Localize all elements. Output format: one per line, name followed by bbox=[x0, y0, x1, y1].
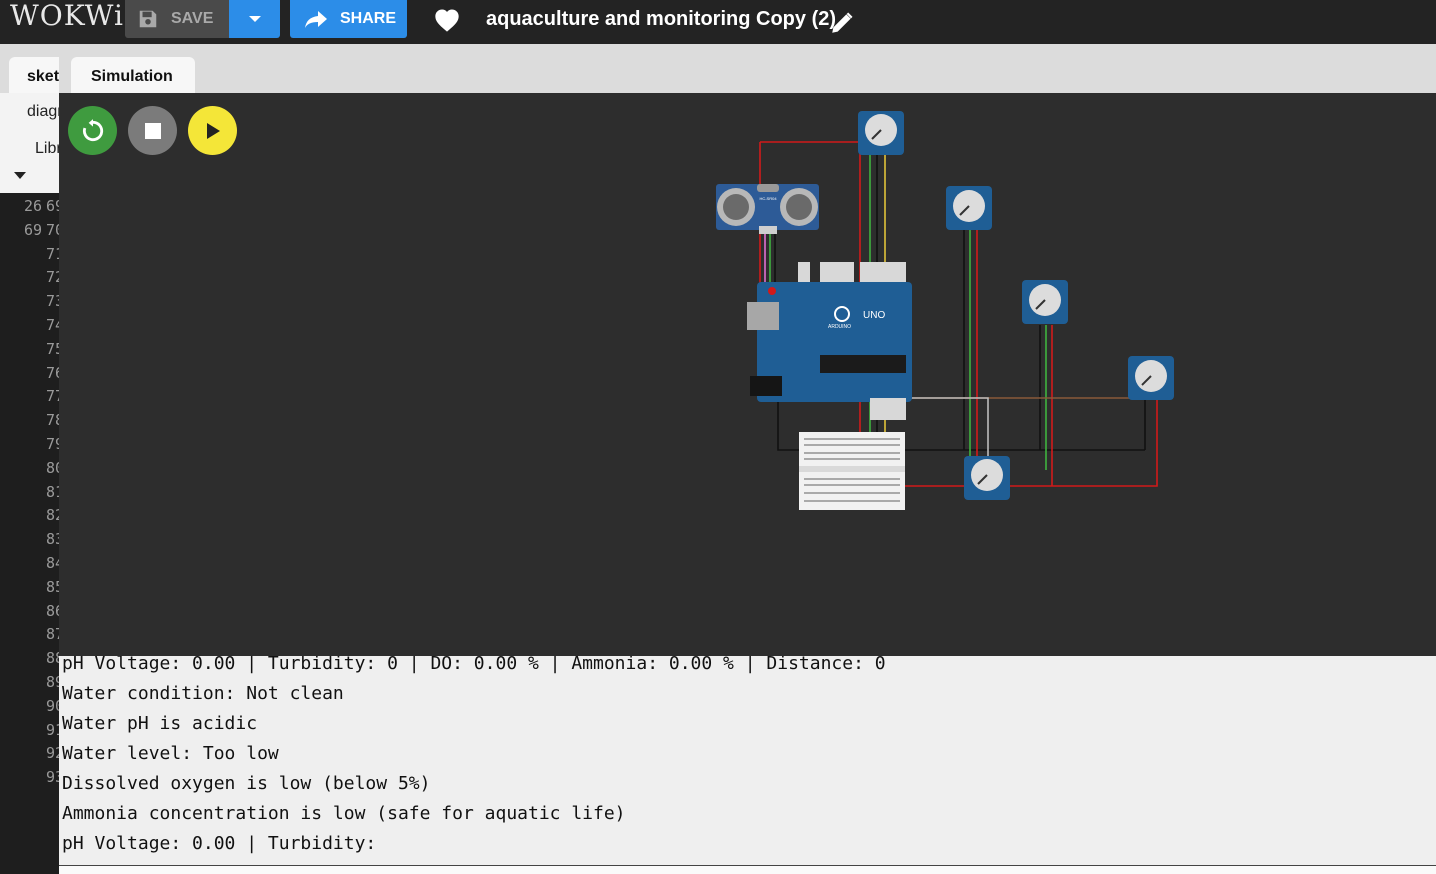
heart-icon[interactable] bbox=[433, 7, 461, 33]
line-number: 86 bbox=[46, 601, 59, 620]
line-number: 82 bbox=[46, 506, 59, 525]
line-number: 70 bbox=[46, 220, 59, 239]
line-number: 92 bbox=[46, 744, 59, 763]
line-number: 85 bbox=[46, 577, 59, 596]
line-number: 93 bbox=[46, 768, 59, 787]
line-number: 72 bbox=[46, 268, 59, 287]
line-number: 76 bbox=[46, 363, 59, 382]
potentiometer-4[interactable] bbox=[1128, 356, 1174, 400]
line-number: 79 bbox=[46, 435, 59, 453]
line-number: 87 bbox=[46, 625, 59, 644]
save-button-label: SAVE bbox=[171, 10, 214, 27]
line-number: 73 bbox=[46, 292, 59, 311]
line-number: 26 bbox=[24, 197, 43, 215]
serial-input-bar[interactable] bbox=[59, 865, 1436, 874]
simulation-canvas[interactable]: HC-SR04 UNO ARDUINO bbox=[59, 93, 1436, 656]
serial-line: Dissolved oxygen is low (below 5%) bbox=[62, 773, 431, 794]
code-editor-panel: diagram.json Library Manager 26696970717… bbox=[0, 93, 59, 874]
tab-simulation[interactable]: Simulation bbox=[71, 57, 195, 93]
potentiometer-1[interactable] bbox=[858, 111, 904, 155]
line-number: 88 bbox=[46, 649, 59, 668]
line-number: 83 bbox=[46, 530, 59, 549]
line-number: 84 bbox=[46, 554, 59, 572]
share-button[interactable]: SHARE bbox=[290, 0, 407, 38]
circuit-diagram: HC-SR04 UNO ARDUINO bbox=[716, 111, 1174, 510]
tab-sketch[interactable]: sketch.ino bbox=[9, 57, 59, 93]
line-number: 69 bbox=[24, 220, 43, 239]
potentiometer-3[interactable] bbox=[1022, 280, 1068, 324]
arduino-uno-board[interactable]: UNO ARDUINO bbox=[747, 262, 912, 420]
save-options-dropdown[interactable] bbox=[229, 0, 280, 38]
line-number: 91 bbox=[46, 720, 59, 739]
serial-line: pH Voltage: 0.00 | Turbidity: 0 | DO: 0.… bbox=[62, 656, 886, 674]
line-number: 89 bbox=[46, 673, 59, 691]
top-header: WOKWi SAVE SHARE aquaculture and monitor… bbox=[0, 0, 1436, 44]
potentiometer-2[interactable] bbox=[946, 186, 992, 230]
line-number: 75 bbox=[46, 339, 59, 358]
line-number: 78 bbox=[46, 411, 59, 430]
serial-line: Ammonia concentration is low (safe for a… bbox=[62, 803, 626, 824]
serial-line: Water pH is acidic bbox=[62, 713, 258, 734]
editor-file-tabs: diagram.json Library Manager bbox=[0, 93, 59, 193]
tab-bar: sketch.ino Simulation bbox=[0, 44, 1436, 93]
board-brand-label: ARDUINO bbox=[828, 324, 851, 330]
save-button[interactable]: SAVE bbox=[125, 0, 229, 38]
line-number: 71 bbox=[46, 244, 59, 263]
serial-line: Water condition: Not clean bbox=[62, 683, 344, 704]
potentiometer-5[interactable] bbox=[964, 456, 1010, 500]
line-number: 69 bbox=[46, 197, 59, 215]
serial-line: Water level: Too low bbox=[62, 743, 279, 764]
ultrasonic-sensor[interactable]: HC-SR04 bbox=[716, 184, 819, 234]
serial-line: pH Voltage: 0.00 | Turbidity: bbox=[62, 833, 377, 854]
sensor-label: HC-SR04 bbox=[759, 196, 777, 201]
board-model-label: UNO bbox=[863, 310, 885, 321]
caret-down-icon bbox=[248, 15, 262, 23]
share-arrow-icon bbox=[304, 9, 328, 29]
caret-down-icon[interactable] bbox=[14, 172, 26, 179]
tab-library-manager[interactable]: Library Manager bbox=[35, 139, 59, 159]
line-number: 77 bbox=[46, 387, 59, 406]
tab-diagram[interactable]: diagram.json bbox=[27, 103, 59, 121]
floppy-disk-icon bbox=[137, 8, 159, 30]
line-number: 81 bbox=[46, 482, 59, 501]
line-number: 74 bbox=[46, 316, 59, 334]
line-number: 90 bbox=[46, 696, 59, 715]
wokwi-logo[interactable]: WOKWi bbox=[10, 0, 124, 36]
line-number: 80 bbox=[46, 458, 59, 477]
share-button-label: SHARE bbox=[340, 10, 397, 27]
edit-pencil-icon[interactable] bbox=[829, 10, 855, 36]
serial-monitor[interactable]: pH Voltage: 0.00 | Turbidity: 0 | DO: 0.… bbox=[59, 656, 1436, 865]
project-title: aquaculture and monitoring Copy (2) bbox=[486, 8, 837, 30]
breadboard[interactable] bbox=[799, 432, 905, 510]
